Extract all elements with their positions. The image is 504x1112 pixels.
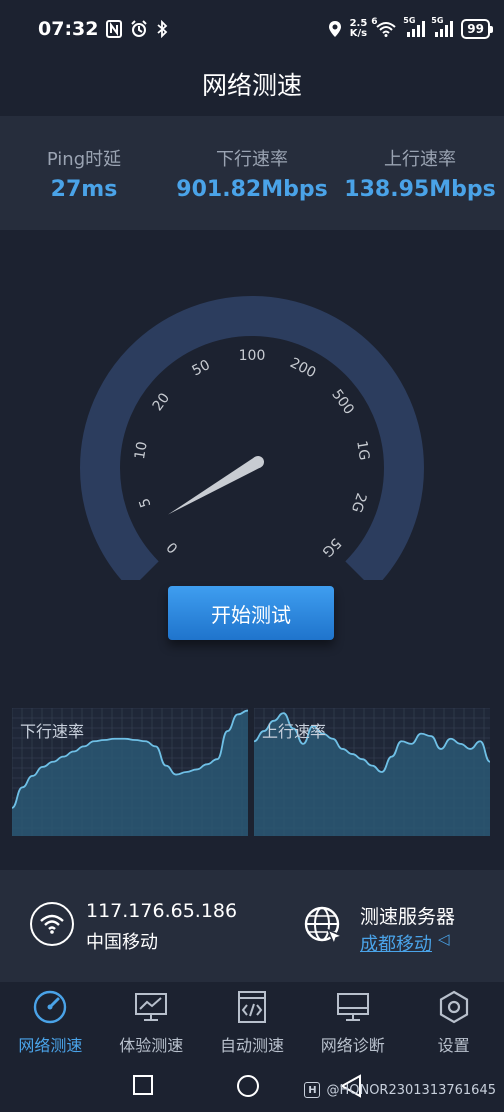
- nav-label: 网络诊断: [320, 1036, 385, 1055]
- nav-item-experience-test[interactable]: 体验测速: [101, 982, 202, 1062]
- nav-label: 自动测速: [219, 1036, 284, 1055]
- download-label: 下行速率: [216, 148, 288, 170]
- gauge-tick-label: 2G: [348, 491, 369, 515]
- ping-label: Ping时延: [46, 148, 122, 170]
- wifi-6-icon: 6: [371, 17, 397, 37]
- nav-label: 体验测速: [119, 1036, 184, 1055]
- gauge-tick-label: 5: [136, 496, 154, 509]
- location-icon: [328, 20, 342, 38]
- speed-gauge: 0 5 10 20 50 100 200 500 1G 2G5G: [80, 296, 424, 580]
- status-left: 07:32: [38, 18, 168, 40]
- download-value: 901.82Mbps: [176, 176, 328, 202]
- status-right: 2.5 K/s 6 5G 5G 99: [328, 16, 493, 39]
- home-button[interactable]: [236, 1074, 260, 1102]
- server-select-arrow[interactable]: ◁: [438, 930, 450, 948]
- monitor-chart-icon: [133, 988, 169, 1026]
- server-name-link[interactable]: 成都移动: [360, 930, 432, 956]
- download-chart: 下行速率: [12, 708, 248, 836]
- status-bar: 07:32 2.5 K/s 6 5G 5G 99: [0, 0, 504, 58]
- monitor-icon: [335, 988, 371, 1026]
- wifi-status-icon: [30, 902, 74, 946]
- gauge-tick-label: 5G: [319, 535, 344, 560]
- upload-chart: 上行速率: [254, 708, 490, 836]
- gauge-tick-label: 10: [132, 440, 151, 460]
- nav-item-speed-test[interactable]: 网络测速: [0, 982, 101, 1062]
- watermark-badge: H: [304, 1082, 321, 1098]
- upload-label: 上行速率: [384, 148, 456, 170]
- gauge-ticks: 0 5 10 20 50 100 200 500 1G 2G5G: [132, 348, 372, 560]
- upload-value: 138.95Mbps: [344, 176, 496, 202]
- gauge-tick-label: 50: [190, 357, 213, 379]
- globe-icon: [302, 904, 346, 952]
- signal-label-1: 5G: [403, 16, 416, 25]
- ping-value: 27ms: [50, 176, 118, 202]
- hexagon-gear-icon: [437, 988, 471, 1026]
- net-speed: 2.5 K/s: [350, 19, 368, 39]
- bottom-navigation: 网络测速 体验测速 自动测速 网络诊断 设置: [0, 982, 504, 1062]
- stat-ping: Ping时延 27ms: [0, 116, 168, 230]
- speedometer-icon: [32, 988, 68, 1026]
- alarm-icon: [130, 20, 148, 38]
- gauge-needle: [168, 456, 262, 515]
- gauge-tick-label: 100: [239, 348, 266, 364]
- start-test-button[interactable]: 开始测试: [168, 586, 334, 640]
- system-navigation-bar: H @HONOR2301313761645: [0, 1062, 504, 1112]
- network-info-panel: 117.176.65.186 中国移动 测速服务器 成都移动 ◁: [0, 870, 504, 982]
- status-time: 07:32: [38, 18, 99, 40]
- nav-item-settings[interactable]: 设置: [403, 982, 504, 1062]
- page-title: 网络测速: [201, 71, 302, 100]
- watermark: H @HONOR2301313761645: [304, 1082, 496, 1098]
- gauge-hub: [252, 456, 264, 468]
- code-document-icon: [235, 988, 269, 1026]
- wifi-superscript: 6: [371, 17, 378, 27]
- gauge-tick-label: 1G: [353, 439, 372, 461]
- gauge-tick-label: 500: [328, 387, 357, 418]
- battery-level: 99: [467, 22, 484, 36]
- bluetooth-icon: [156, 20, 168, 38]
- isp-name: 中国移动: [86, 932, 158, 953]
- recent-apps-button[interactable]: [132, 1074, 154, 1100]
- gauge-tick-label: 200: [287, 355, 318, 381]
- stat-download: 下行速率 901.82Mbps: [168, 116, 336, 230]
- signal-5g-icon-1: 5G: [403, 16, 426, 37]
- net-speed-unit: K/s: [349, 28, 368, 39]
- battery-indicator: 99: [461, 19, 493, 39]
- ip-address: 117.176.65.186: [86, 900, 238, 922]
- nav-item-network-diagnosis[interactable]: 网络诊断: [302, 982, 403, 1062]
- nav-label: 设置: [437, 1036, 470, 1055]
- stat-upload: 上行速率 138.95Mbps: [336, 116, 504, 230]
- nav-label: 网络测速: [18, 1036, 83, 1055]
- server-title: 测速服务器: [360, 906, 456, 928]
- stats-panel: Ping时延 27ms 下行速率 901.82Mbps 上行速率 138.95M…: [0, 116, 504, 230]
- gauge-tick-label: 0: [164, 538, 182, 556]
- nav-item-auto-test[interactable]: 自动测速: [202, 982, 303, 1062]
- signal-label-2: 5G: [431, 16, 444, 25]
- watermark-text: @HONOR2301313761645: [326, 1082, 496, 1098]
- download-chart-label: 下行速率: [20, 722, 85, 741]
- gauge-tick-label: 20: [150, 390, 173, 414]
- upload-chart-label: 上行速率: [262, 722, 327, 741]
- nfc-icon: [106, 20, 123, 38]
- signal-5g-icon-2: 5G: [431, 16, 454, 37]
